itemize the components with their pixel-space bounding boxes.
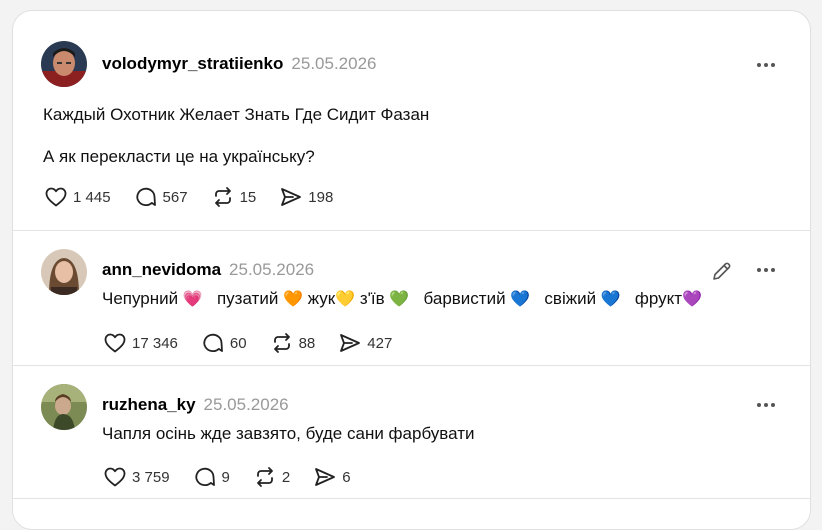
username[interactable]: volodymyr_stratiienko (102, 54, 283, 74)
repost-icon (214, 187, 231, 207)
avatar[interactable] (41, 249, 87, 295)
repost-icon (273, 333, 290, 353)
green-heart-icon: 💚 (389, 289, 410, 308)
post-date[interactable]: 25.05.2026 (291, 54, 376, 74)
share-count: 198 (308, 188, 334, 206)
share-button[interactable]: 6 (312, 463, 351, 491)
divider (13, 498, 810, 499)
edit-button[interactable] (710, 259, 734, 283)
repost-count: 15 (239, 188, 257, 206)
pink-heart-icon: 💗 (182, 289, 203, 308)
like-button[interactable]: 1 445 (43, 183, 111, 211)
heart-icon (104, 467, 126, 487)
post-text-line: Каждый Охотник Желает Знать Где Сидит Фа… (43, 105, 430, 124)
post-main: volodymyr_stratiienko 25.05.2026 Каждый … (13, 11, 810, 229)
reply-button[interactable]: 60 (200, 329, 247, 357)
dot-icon (764, 268, 768, 272)
repost-button[interactable]: 2 (252, 463, 290, 491)
reply-count: 9 (221, 468, 230, 486)
repost-button[interactable]: 88 (269, 329, 316, 357)
like-button[interactable]: 3 759 (102, 463, 170, 491)
reply-count: 60 (229, 334, 247, 352)
dot-icon (757, 268, 761, 272)
post-date[interactable]: 25.05.2026 (204, 395, 289, 415)
post-text: Чепурний 💗 пузатий 🧡 жук💛 з'їв 💚 барвист… (102, 289, 702, 309)
avatar[interactable] (41, 384, 87, 430)
reply-post: ann_nevidoma 25.05.2026 Чепурний 💗 пузат… (13, 231, 810, 365)
pencil-icon (713, 262, 731, 280)
like-button[interactable]: 17 346 (102, 329, 178, 357)
username[interactable]: ruzhena_ky (102, 395, 196, 415)
dot-icon (757, 63, 761, 67)
repost-button[interactable]: 15 (210, 183, 257, 211)
dot-icon (757, 403, 761, 407)
repost-count: 88 (298, 334, 316, 352)
share-count: 6 (342, 468, 351, 486)
send-icon (315, 468, 336, 486)
text-word: барвистий (423, 289, 506, 308)
username[interactable]: ann_nevidoma (102, 260, 221, 280)
dot-icon (764, 63, 768, 67)
repost-count: 2 (281, 468, 291, 486)
like-count: 17 346 (132, 334, 178, 352)
dot-icon (764, 403, 768, 407)
avatar[interactable] (41, 41, 87, 87)
light-blue-heart-icon: 💙 (510, 289, 531, 308)
thread-card: volodymyr_stratiienko 25.05.2026 Каждый … (12, 10, 811, 530)
text-word: фрукт (634, 289, 683, 308)
reply-count: 567 (162, 188, 188, 206)
share-button[interactable]: 198 (278, 183, 333, 211)
reply-button[interactable]: 9 (192, 463, 230, 491)
heart-icon (45, 187, 67, 207)
share-count: 427 (367, 334, 393, 352)
share-button[interactable]: 427 (337, 329, 392, 357)
more-options-button[interactable] (752, 395, 780, 415)
post-date[interactable]: 25.05.2026 (229, 260, 314, 280)
reply-post: ruzhena_ky 25.05.2026 Чапля осінь жде за… (13, 366, 810, 498)
dot-icon (771, 63, 775, 67)
yellow-heart-icon: 💛 (335, 289, 356, 308)
comment-icon (203, 333, 223, 353)
comment-icon (195, 467, 215, 487)
post-actions: 1 445 567 15 198 (43, 183, 355, 211)
like-count: 1 445 (73, 188, 111, 206)
more-options-button[interactable] (752, 55, 780, 75)
send-icon (340, 334, 361, 352)
like-count: 3 759 (132, 468, 170, 486)
comment-icon (136, 187, 156, 207)
heart-icon (104, 333, 126, 353)
repost-icon (256, 467, 273, 487)
text-word: пузатий (216, 289, 279, 308)
post-actions: 3 759 9 2 6 (102, 463, 373, 491)
text-word: з'їв (359, 289, 385, 308)
post-text-line: А як перекласти це на українську? (43, 147, 315, 166)
blue-heart-icon: 💙 (600, 289, 621, 308)
text-word: свіжий (544, 289, 597, 308)
post-text: Чапля осінь жде завзято, буде сани фарбу… (102, 424, 475, 443)
dot-icon (771, 403, 775, 407)
text-word: Чепурний (102, 289, 179, 308)
orange-heart-icon: 🧡 (283, 289, 303, 308)
purple-heart-icon: 💜 (682, 289, 703, 308)
text-word: жук (307, 289, 336, 308)
more-options-button[interactable] (752, 260, 780, 280)
dot-icon (771, 268, 775, 272)
post-actions: 17 346 60 88 427 (102, 329, 414, 357)
reply-button[interactable]: 567 (133, 183, 188, 211)
send-icon (281, 188, 302, 206)
